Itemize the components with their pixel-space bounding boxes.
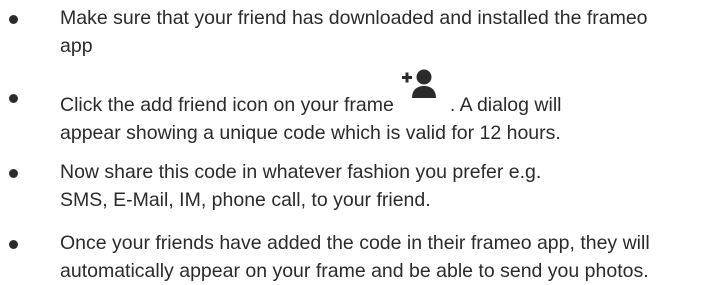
instruction-list: Make sure that your friend has downloade… [0, 0, 720, 282]
text-line: SMS, E-Mail, IM, phone call, to your fri… [60, 189, 431, 211]
bullet-icon [9, 15, 18, 24]
list-item-text: Once your friends have added the code in… [60, 229, 715, 285]
text-line: Make sure that your friend has downloade… [60, 7, 648, 29]
bullet-icon [9, 169, 18, 178]
list-item-text: Click the add friend icon on your frame … [60, 69, 715, 147]
text-line: Now share this code in whatever fashion … [60, 161, 542, 183]
text-line: Click the add friend icon on your frame … [60, 69, 715, 119]
bullet-icon [9, 240, 18, 249]
list-item-text: Now share this code in whatever fashion … [60, 158, 715, 214]
text-segment: Click the add friend icon on your frame [60, 94, 394, 116]
text-line: appear showing a unique code which is va… [60, 122, 561, 144]
text-line: Once your friends have added the code in… [60, 232, 650, 254]
add-friend-icon [394, 69, 450, 113]
text-line: automatically appear on your frame and b… [60, 260, 649, 282]
text-segment: . A dialog will [449, 94, 562, 116]
bullet-icon [9, 94, 18, 103]
text-line: app [60, 35, 93, 57]
list-item-text: Make sure that your friend has downloade… [60, 4, 715, 60]
